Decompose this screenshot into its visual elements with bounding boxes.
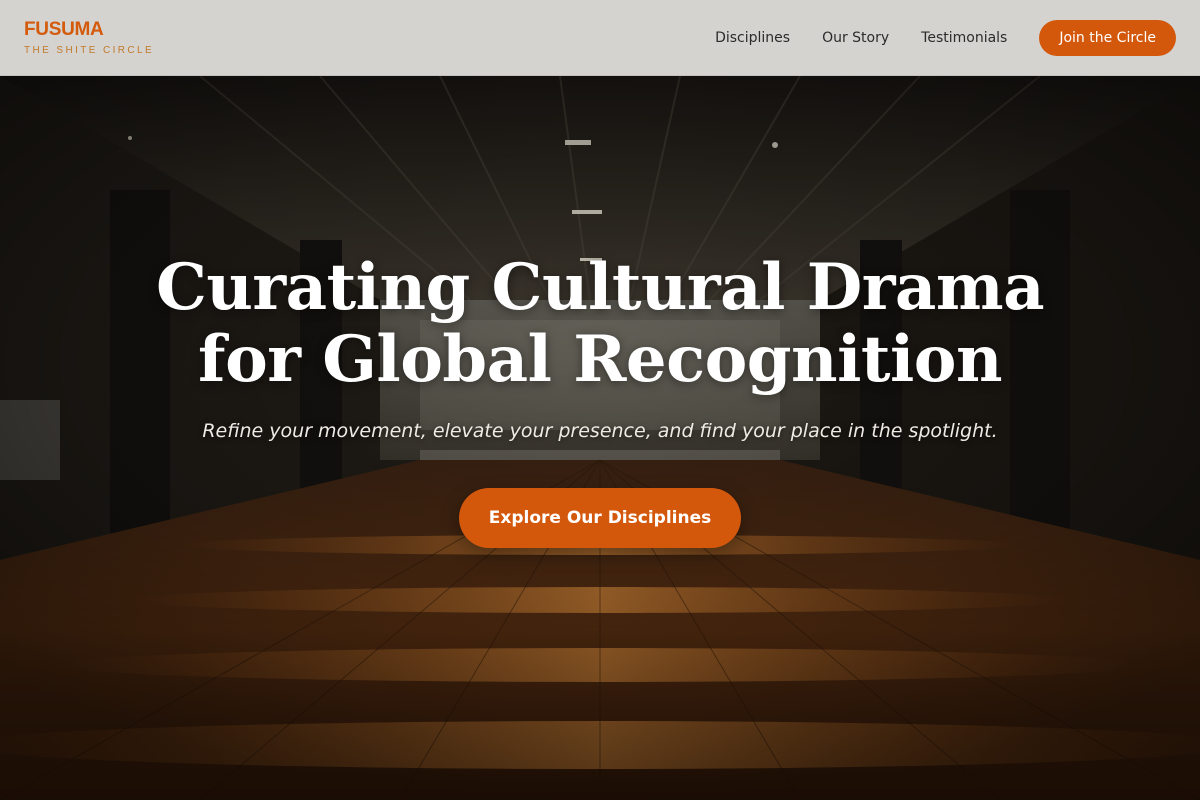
brand-name: FUSUMA (24, 19, 104, 40)
hero-title: Curating Cultural Drama for Global Recog… (0, 252, 1200, 396)
join-the-circle-button[interactable]: Join the Circle (1039, 19, 1176, 56)
site-header: FUSUMA THE SHITE CIRCLE Disciplines Our … (0, 0, 1200, 76)
explore-disciplines-button[interactable]: Explore Our Disciplines (459, 488, 741, 548)
hero-background (0, 0, 1200, 800)
nav-link-disciplines[interactable]: Disciplines (715, 30, 790, 46)
hero-title-line-2: for Global Recognition (198, 322, 1002, 397)
hero-subtitle: Refine your movement, elevate your prese… (202, 420, 998, 442)
main-nav: Disciplines Our Story Testimonials Join … (715, 19, 1176, 56)
hero-title-line-1: Curating Cultural Drama (155, 250, 1045, 325)
nav-link-testimonials[interactable]: Testimonials (921, 30, 1007, 46)
brand-logo[interactable]: FUSUMA THE SHITE CIRCLE (24, 19, 154, 56)
nav-link-our-story[interactable]: Our Story (822, 30, 889, 46)
brand-tagline: THE SHITE CIRCLE (24, 45, 155, 56)
